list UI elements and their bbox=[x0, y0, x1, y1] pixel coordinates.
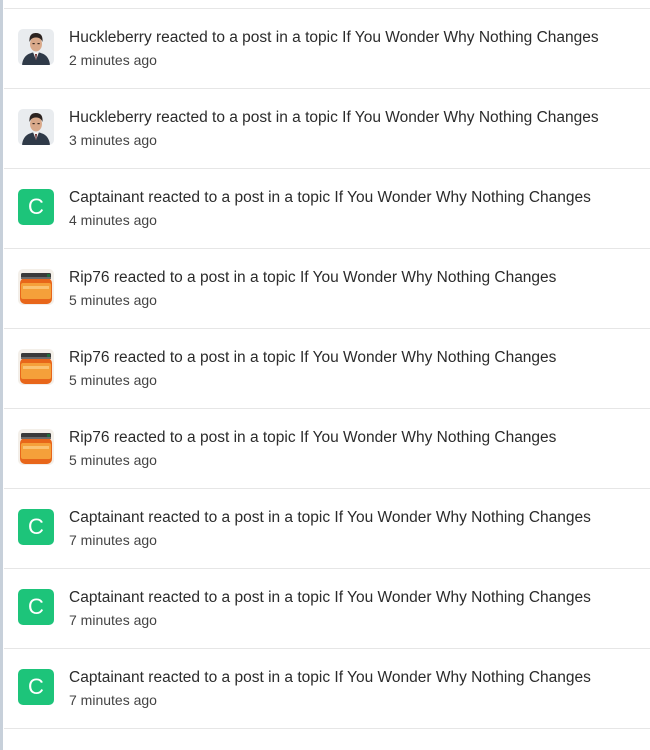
notification-item[interactable]: C Captainant reacted to a post in a topi… bbox=[4, 569, 650, 649]
topic-link[interactable]: If You Wonder Why Nothing Changes bbox=[342, 29, 598, 46]
portrait-avatar-icon bbox=[18, 109, 54, 145]
notification-text: Huckleberry reacted to a post in a topic… bbox=[69, 28, 639, 70]
user-avatar[interactable] bbox=[18, 29, 54, 65]
action-text: reacted to a post in a topic bbox=[113, 429, 296, 446]
notification-message[interactable]: Captainant reacted to a post in a topic … bbox=[69, 588, 639, 608]
notification-message[interactable]: Huckleberry reacted to a post in a topic… bbox=[69, 28, 639, 48]
action-text: reacted to a post in a topic bbox=[148, 189, 331, 206]
notification-text: Captainant reacted to a post in a topic … bbox=[69, 668, 639, 710]
topic-link[interactable]: If You Wonder Why Nothing Changes bbox=[300, 429, 556, 446]
topic-link[interactable]: If You Wonder Why Nothing Changes bbox=[334, 589, 590, 606]
notification-time: 7 minutes ago bbox=[69, 532, 157, 548]
notification-message[interactable]: Captainant reacted to a post in a topic … bbox=[69, 188, 639, 208]
user-avatar[interactable]: C bbox=[18, 669, 54, 705]
user-name[interactable]: Rip76 bbox=[69, 349, 110, 366]
portrait-avatar-icon bbox=[18, 29, 54, 65]
user-name[interactable]: Captainant bbox=[69, 189, 144, 206]
user-avatar[interactable]: C bbox=[18, 509, 54, 545]
action-text: reacted to a post in a topic bbox=[156, 109, 338, 126]
notification-text: Huckleberry reacted to a post in a topic… bbox=[69, 108, 639, 150]
notification-item[interactable]: C Captainant reacted to a post in a topi… bbox=[4, 649, 650, 729]
notification-message[interactable]: Rip76 reacted to a post in a topic If Yo… bbox=[69, 428, 639, 448]
notification-text: Captainant reacted to a post in a topic … bbox=[69, 508, 639, 550]
notification-item[interactable]: Huckleberry reacted to a post in a topic… bbox=[4, 89, 650, 169]
user-avatar[interactable] bbox=[18, 349, 54, 385]
user-avatar[interactable] bbox=[18, 269, 54, 305]
notification-time: 7 minutes ago bbox=[69, 612, 157, 628]
notification-text: Captainant reacted to a post in a topic … bbox=[69, 588, 639, 630]
jar-avatar-icon bbox=[18, 349, 54, 385]
topic-link[interactable]: If You Wonder Why Nothing Changes bbox=[334, 509, 590, 526]
user-name[interactable]: Captainant bbox=[69, 509, 144, 526]
notification-text: Rip76 reacted to a post in a topic If Yo… bbox=[69, 348, 639, 390]
notification-time: 4 minutes ago bbox=[69, 212, 157, 228]
notification-text: Rip76 reacted to a post in a topic If Yo… bbox=[69, 268, 639, 310]
notification-text: Rip76 reacted to a post in a topic If Yo… bbox=[69, 428, 639, 470]
jar-avatar-icon bbox=[18, 269, 54, 305]
left-edge-border bbox=[0, 0, 3, 750]
notification-time: 5 minutes ago bbox=[69, 292, 157, 308]
notification-time: 5 minutes ago bbox=[69, 452, 157, 468]
notification-item[interactable]: C Captainant reacted to a post in a topi… bbox=[4, 489, 650, 569]
jar-avatar-icon bbox=[18, 429, 54, 465]
notification-item[interactable]: Huckleberry reacted to a post in a topic… bbox=[4, 9, 650, 89]
notification-item[interactable]: Rip76 reacted to a post in a topic If Yo… bbox=[4, 249, 650, 329]
user-name[interactable]: Huckleberry bbox=[69, 109, 152, 126]
notification-item[interactable]: Rip76 reacted to a post in a topic If Yo… bbox=[4, 409, 650, 489]
user-avatar[interactable]: C bbox=[18, 589, 54, 625]
action-text: reacted to a post in a topic bbox=[156, 29, 338, 46]
user-name[interactable]: Captainant bbox=[69, 589, 144, 606]
action-text: reacted to a post in a topic bbox=[148, 669, 331, 686]
topic-link[interactable]: If You Wonder Why Nothing Changes bbox=[300, 269, 556, 286]
user-avatar[interactable]: C bbox=[18, 189, 54, 225]
notification-time: 5 minutes ago bbox=[69, 372, 157, 388]
action-text: reacted to a post in a topic bbox=[113, 349, 296, 366]
topic-link[interactable]: If You Wonder Why Nothing Changes bbox=[334, 189, 590, 206]
user-name[interactable]: Rip76 bbox=[69, 269, 110, 286]
action-text: reacted to a post in a topic bbox=[148, 509, 331, 526]
action-text: reacted to a post in a topic bbox=[113, 269, 296, 286]
topic-link[interactable]: If You Wonder Why Nothing Changes bbox=[334, 669, 590, 686]
user-name[interactable]: Rip76 bbox=[69, 429, 110, 446]
topic-link[interactable]: If You Wonder Why Nothing Changes bbox=[300, 349, 556, 366]
notification-time: 2 minutes ago bbox=[69, 52, 157, 68]
user-name[interactable]: Huckleberry bbox=[69, 29, 152, 46]
user-avatar[interactable] bbox=[18, 429, 54, 465]
notification-time: 7 minutes ago bbox=[69, 692, 157, 708]
notification-message[interactable]: Huckleberry reacted to a post in a topic… bbox=[69, 108, 639, 128]
notification-list: Huckleberry reacted to a post in a topic… bbox=[4, 8, 650, 750]
notification-time: 3 minutes ago bbox=[69, 132, 157, 148]
notification-item[interactable]: C Captainant reacted to a post in a topi… bbox=[4, 169, 650, 249]
user-name[interactable]: Captainant bbox=[69, 669, 144, 686]
notification-message[interactable]: Rip76 reacted to a post in a topic If Yo… bbox=[69, 268, 639, 288]
notification-text: Captainant reacted to a post in a topic … bbox=[69, 188, 639, 230]
notification-message[interactable]: Rip76 reacted to a post in a topic If Yo… bbox=[69, 348, 639, 368]
notification-item[interactable]: Rip76 reacted to a post in a topic If Yo… bbox=[4, 329, 650, 409]
notification-message[interactable]: Captainant reacted to a post in a topic … bbox=[69, 508, 639, 528]
notification-message[interactable]: Captainant reacted to a post in a topic … bbox=[69, 668, 639, 688]
user-avatar[interactable] bbox=[18, 109, 54, 145]
action-text: reacted to a post in a topic bbox=[148, 589, 331, 606]
topic-link[interactable]: If You Wonder Why Nothing Changes bbox=[342, 109, 598, 126]
